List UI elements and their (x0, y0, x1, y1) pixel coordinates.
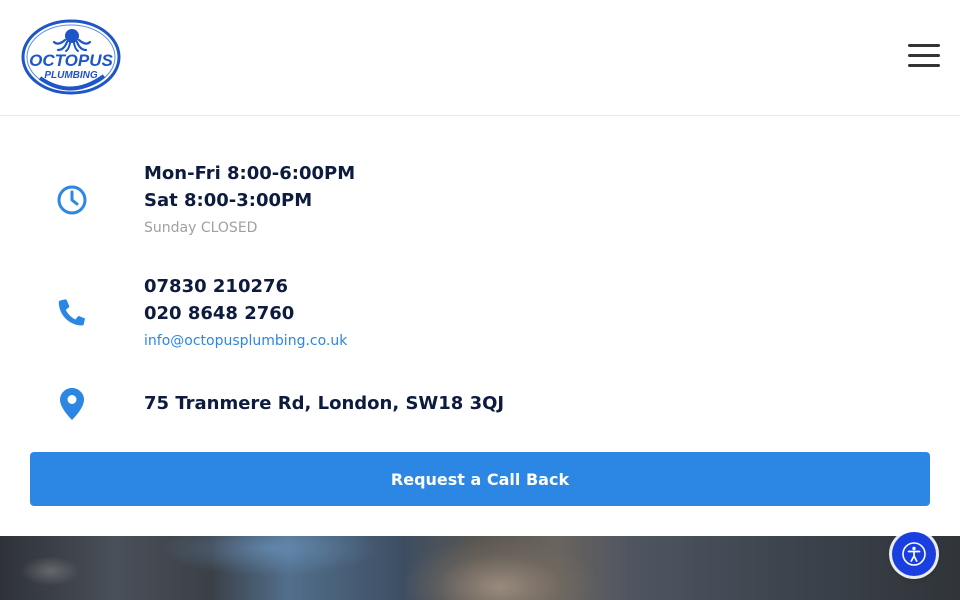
saturday-hours: Sat 8:00-3:00PM (144, 190, 313, 211)
mobile-number[interactable]: 07830 210276 (144, 273, 347, 300)
hero-image-detail (160, 536, 380, 576)
logo-text-top: OCTOPUS (29, 51, 113, 70)
hamburger-bar (908, 44, 940, 47)
clock-icon (52, 180, 92, 220)
hero-image-detail (400, 536, 600, 600)
logo-text-bottom: PLUMBING (44, 70, 98, 81)
landline-number[interactable]: 020 8648 2760 (144, 300, 347, 327)
site-header: OCTOPUS PLUMBING (0, 0, 960, 116)
phone-icon (52, 292, 92, 332)
map-pin-icon (52, 384, 92, 424)
logo-image: OCTOPUS PLUMBING (21, 19, 121, 95)
octopus-plumbing-logo[interactable]: OCTOPUS PLUMBING (20, 18, 122, 96)
request-call-back-button[interactable]: Request a Call Back (30, 452, 930, 506)
hamburger-bar (908, 64, 940, 67)
accessibility-button[interactable] (892, 532, 936, 576)
address-block: 75 Tranmere Rd, London, SW18 3QJ (0, 384, 960, 424)
hamburger-bar (908, 54, 940, 57)
weekday-hours: Mon-Fri 8:00-6:00PM (144, 163, 356, 184)
sunday-hours: Sunday CLOSED (144, 220, 258, 236)
email-link[interactable]: info@octopusplumbing.co.uk (144, 327, 347, 355)
menu-toggle-button[interactable] (908, 44, 940, 68)
opening-hours-block: Mon-Fri 8:00-6:00PM Sat 8:00-3:00PM Sund… (0, 160, 960, 246)
hero-image-detail (20, 556, 80, 586)
hero-background-image (0, 536, 960, 600)
phone-block: 07830 210276 020 8648 2760 info@octopusp… (0, 273, 960, 359)
accessibility-icon (902, 542, 926, 566)
address-text: 75 Tranmere Rd, London, SW18 3QJ (144, 393, 505, 414)
